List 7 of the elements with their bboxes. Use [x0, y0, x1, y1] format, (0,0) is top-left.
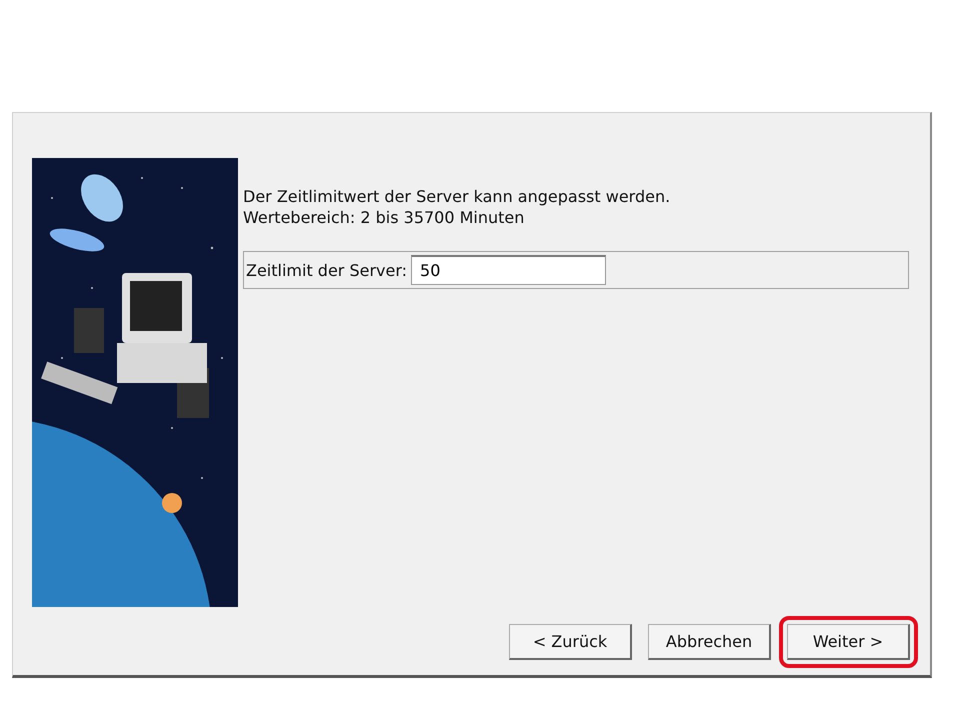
field-label: Zeitlimit der Server: — [246, 260, 408, 280]
wizard-button[interactable]: < Zurück — [509, 624, 632, 660]
wizard-button[interactable]: Weiter > — [787, 624, 910, 660]
wizard-button[interactable]: Abbrechen — [648, 624, 771, 660]
intro-text: Wertebereich: 2 bis 35700 Minuten — [243, 207, 526, 228]
intro-text: Der Zeitlimitwert der Server kann angepasst werden. — [243, 186, 672, 207]
timeout-input-field[interactable]: 50 — [411, 255, 606, 285]
